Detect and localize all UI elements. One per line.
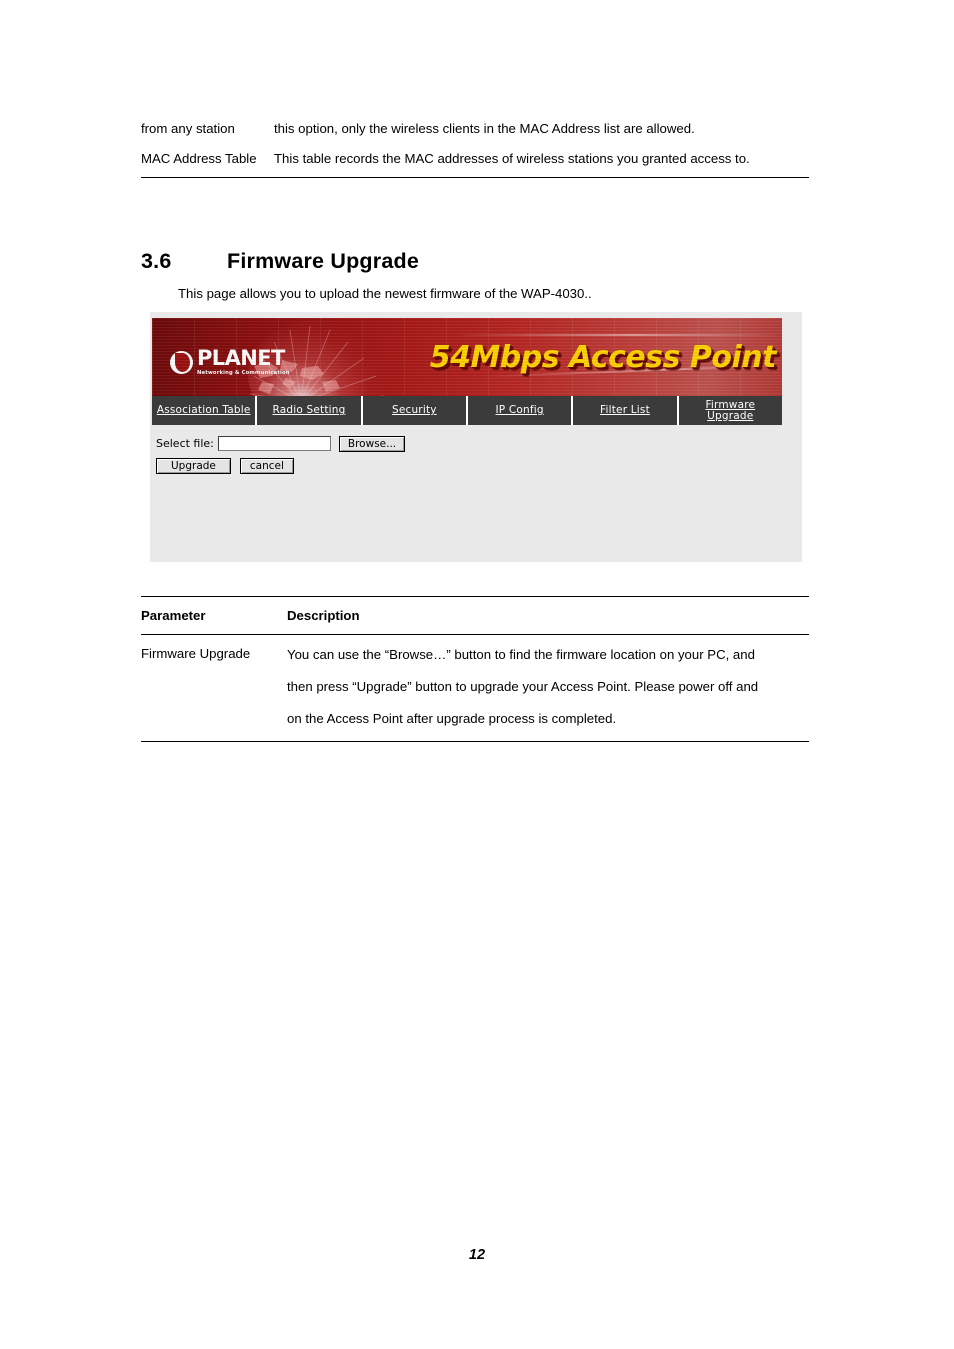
continued-row: MAC Address Table This table records the… xyxy=(141,144,809,174)
section-number: 3.6 xyxy=(141,249,172,273)
tab-radio-setting[interactable]: Radio Setting xyxy=(257,396,363,425)
description-line: on the Access Point after upgrade proces… xyxy=(287,711,617,726)
document-page: from any station this option, only the w… xyxy=(0,0,954,1349)
tab-label: Radio Setting xyxy=(272,404,346,416)
planet-logo-tagline: Networking & Communication xyxy=(197,369,290,376)
tab-firmware-upgrade[interactable]: Firmware Upgrade xyxy=(678,396,782,425)
page-title: 3.6 Firmware Upgrade xyxy=(141,249,419,274)
table-bottom-rule xyxy=(141,741,809,742)
continued-row-label: MAC Address Table xyxy=(141,151,257,166)
section-intro-text: This page allows you to upload the newes… xyxy=(178,286,592,301)
planet-globe-icon xyxy=(170,350,193,374)
table-cell-description: You can use the “Browse…” button to find… xyxy=(287,639,809,735)
section-title: Firmware Upgrade xyxy=(227,249,419,273)
description-line: then press “Upgrade” button to upgrade y… xyxy=(287,679,759,694)
router-nav-tabs: Association Table Radio Setting Security… xyxy=(152,396,782,425)
tab-label: Filter List xyxy=(600,404,650,416)
continued-row-text: This table records the MAC addresses of … xyxy=(274,151,750,166)
continued-row: from any station this option, only the w… xyxy=(141,114,809,144)
table-row: Firmware Upgrade You can use the “Browse… xyxy=(141,635,809,741)
continued-description-block: from any station this option, only the w… xyxy=(141,114,809,178)
table-header-parameter: Parameter xyxy=(141,608,206,623)
page-number: 12 xyxy=(468,1247,486,1263)
description-line: You can use the “Browse…” button to find… xyxy=(287,647,755,662)
router-ui-screenshot: PLANET Networking & Communication 54Mbps… xyxy=(150,312,802,562)
tab-label: IP Config xyxy=(495,404,544,416)
tab-security[interactable]: Security xyxy=(362,396,468,425)
table-cell-parameter: Firmware Upgrade xyxy=(141,646,251,661)
parameter-description-table: Parameter Description Firmware Upgrade Y… xyxy=(141,596,809,742)
select-file-label: Select file: xyxy=(156,437,214,450)
upgrade-button[interactable]: Upgrade xyxy=(156,457,231,474)
tab-label: Association Table xyxy=(156,404,251,416)
table-header-row: Parameter Description xyxy=(141,597,809,634)
cancel-button[interactable]: cancel xyxy=(239,457,294,474)
banner-light-streak xyxy=(452,334,782,336)
tab-label-line2: Upgrade xyxy=(707,409,754,422)
tab-label-line1: Firmware xyxy=(705,398,756,411)
tab-association-table[interactable]: Association Table xyxy=(152,396,258,425)
table-header-description: Description xyxy=(287,608,360,623)
firmware-upgrade-form: Select file: Browse... Upgrade cancel xyxy=(152,425,782,475)
continued-row-label: from any station xyxy=(141,121,235,136)
tab-label: Security xyxy=(391,404,437,416)
banner-product-title: 54Mbps Access Point xyxy=(429,340,777,375)
tab-filter-list[interactable]: Filter List xyxy=(573,396,679,425)
browse-button[interactable]: Browse... xyxy=(338,435,406,452)
router-banner: PLANET Networking & Communication 54Mbps… xyxy=(152,318,782,396)
planet-logo: PLANET Networking & Communication xyxy=(170,345,290,376)
router-ui-inner: PLANET Networking & Communication 54Mbps… xyxy=(152,318,782,475)
planet-logo-name: PLANET xyxy=(197,345,285,370)
continued-row-text: this option, only the wireless clients i… xyxy=(274,121,695,136)
select-file-input[interactable] xyxy=(217,436,331,451)
planet-logo-words: PLANET Networking & Communication xyxy=(197,345,290,376)
section-divider-rule xyxy=(141,177,809,178)
select-file-row: Select file: Browse... xyxy=(156,434,782,453)
form-actions-row: Upgrade cancel xyxy=(156,456,782,475)
tab-ip-config[interactable]: IP Config xyxy=(467,396,574,425)
